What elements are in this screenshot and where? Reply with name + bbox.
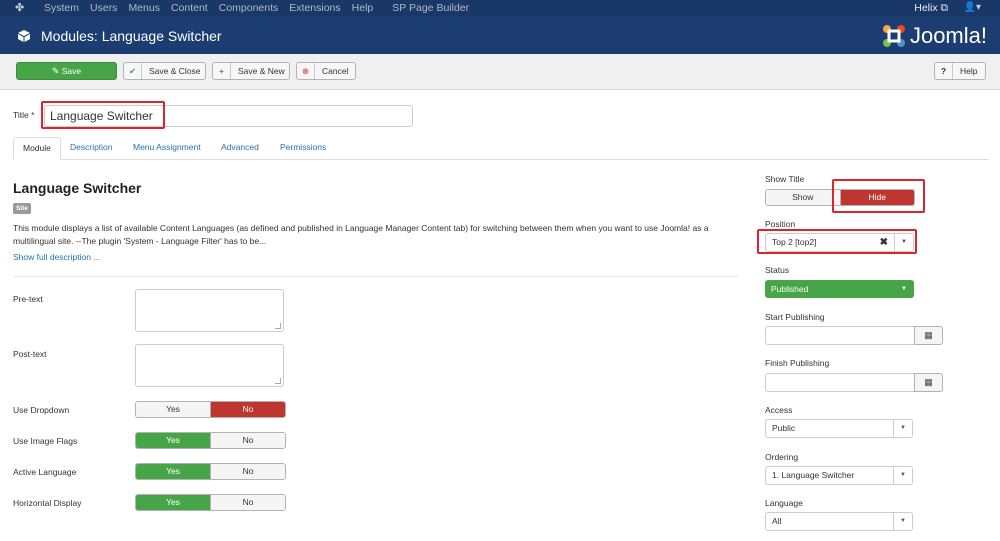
- use-image-flags-label: Use Image Flags: [13, 436, 78, 446]
- help-label: Help: [960, 66, 978, 76]
- status-value: Published: [771, 284, 809, 294]
- horizontal-display-label: Horizontal Display: [13, 498, 82, 508]
- status-select[interactable]: Published ▼: [765, 280, 914, 298]
- pretext-textarea[interactable]: [135, 289, 284, 332]
- menu-extensions[interactable]: Extensions: [289, 2, 340, 15]
- active-language-toggle: Yes No: [135, 463, 286, 480]
- user-menu-icon[interactable]: 👤▾: [964, 2, 981, 13]
- posttext-textarea[interactable]: [135, 344, 284, 387]
- position-label: Position: [765, 219, 796, 229]
- finish-publishing-date: ▦: [765, 373, 943, 392]
- joomla-logo-icon: [882, 25, 905, 47]
- chevron-down-icon: ▼: [893, 420, 912, 437]
- status-label: Status: [765, 265, 790, 275]
- site-badge: Site: [13, 203, 31, 214]
- calendar-icon[interactable]: ▦: [914, 373, 943, 392]
- pretext-label: Pre-text: [13, 294, 43, 304]
- brand-text: Joomla!: [909, 23, 987, 48]
- top-menu-bar: ✤ System Users Menus Content Components …: [0, 0, 1000, 17]
- use-dropdown-no[interactable]: No: [210, 402, 285, 417]
- menu-content[interactable]: Content: [171, 2, 208, 15]
- joomla-logo: Joomla!: [881, 23, 987, 49]
- save-close-button[interactable]: ✔ Save & Close: [123, 62, 206, 80]
- posttext-label: Post-text: [13, 349, 47, 359]
- cancel-button[interactable]: ⊗ Cancel: [296, 62, 356, 80]
- save-close-label: Save & Close: [149, 66, 201, 76]
- finish-publishing-label: Finish Publishing: [765, 358, 830, 368]
- ordering-label: Ordering: [765, 452, 799, 462]
- help-button[interactable]: ? Help: [934, 62, 986, 80]
- access-value: Public: [772, 423, 796, 433]
- use-image-flags-toggle: Yes No: [135, 432, 286, 449]
- menu-help[interactable]: Help: [352, 2, 374, 15]
- use-dropdown-yes[interactable]: Yes: [136, 402, 210, 417]
- active-language-yes[interactable]: Yes: [136, 464, 210, 479]
- chevron-down-icon: ▼: [893, 513, 912, 530]
- page-title: Modules: Language Switcher: [41, 28, 222, 44]
- chevron-down-icon: ▼: [893, 467, 912, 484]
- language-value: All: [772, 516, 782, 526]
- start-publishing-input[interactable]: [765, 326, 914, 345]
- site-name: Helix: [914, 2, 938, 14]
- ordering-select[interactable]: 1. Language Switcher ▼: [765, 466, 913, 485]
- ordering-value: 1. Language Switcher: [772, 470, 855, 480]
- menu-components[interactable]: Components: [219, 2, 279, 15]
- menu-menus[interactable]: Menus: [128, 2, 160, 15]
- show-title-label: Show Title: [765, 174, 805, 184]
- language-select[interactable]: All ▼: [765, 512, 913, 531]
- tab-menu-assignment[interactable]: Menu Assignment: [133, 137, 201, 160]
- title-highlight: [41, 101, 165, 129]
- tab-permissions[interactable]: Permissions: [280, 137, 326, 160]
- use-image-flags-yes[interactable]: Yes: [136, 433, 210, 448]
- page-header: Modules: Language Switcher Joomla!: [0, 17, 1000, 54]
- cancel-label: Cancel: [322, 66, 349, 76]
- save-new-label: Save & New: [238, 66, 285, 76]
- horizontal-display-toggle: Yes No: [135, 494, 286, 511]
- horizontal-display-yes[interactable]: Yes: [136, 495, 210, 510]
- top-menu: System Users Menus Content Components Ex…: [44, 2, 480, 15]
- save-new-button[interactable]: + Save & New: [212, 62, 290, 80]
- position-highlight: [757, 229, 917, 254]
- edit-icon: ✎: [51, 66, 60, 76]
- save-button[interactable]: ✎ Save: [16, 62, 117, 80]
- cube-icon: [18, 30, 30, 42]
- menu-system[interactable]: System: [44, 2, 79, 15]
- toolbar: ✎ Save ✔ Save & Close + Save & New ⊗ Cancel…: [0, 54, 1000, 90]
- use-dropdown-toggle: Yes No: [135, 401, 286, 418]
- access-label: Access: [765, 405, 793, 415]
- start-publishing-label: Start Publishing: [765, 312, 825, 322]
- title-label: Title *: [13, 110, 35, 120]
- show-title-show[interactable]: Show: [766, 190, 840, 205]
- tab-advanced[interactable]: Advanced: [221, 137, 259, 160]
- cancel-icon: ⊗: [297, 63, 315, 79]
- show-full-description-link[interactable]: Show full description ...: [13, 252, 100, 262]
- horizontal-display-no[interactable]: No: [210, 495, 285, 510]
- external-link-icon: ⧉: [940, 2, 949, 14]
- module-description: This module displays a list of available…: [13, 223, 709, 246]
- hide-highlight: [832, 179, 925, 213]
- finish-publishing-input[interactable]: [765, 373, 914, 392]
- save-label: Save: [61, 66, 82, 76]
- divider: [13, 276, 739, 277]
- access-select[interactable]: Public ▼: [765, 419, 913, 438]
- plus-icon: +: [213, 63, 231, 79]
- chevron-down-icon: ▼: [901, 286, 907, 292]
- check-icon: ✔: [124, 63, 142, 79]
- menu-sp-page-builder[interactable]: SP Page Builder: [392, 2, 469, 15]
- language-label: Language: [765, 498, 803, 508]
- menu-users[interactable]: Users: [90, 2, 117, 15]
- tab-module[interactable]: Module: [13, 137, 61, 160]
- active-language-no[interactable]: No: [210, 464, 285, 479]
- start-publishing-date: ▦: [765, 326, 943, 345]
- use-image-flags-no[interactable]: No: [210, 433, 285, 448]
- site-link[interactable]: Helix ⧉: [914, 2, 948, 15]
- tabs: Module Description Menu Assignment Advan…: [13, 137, 989, 160]
- question-icon: ?: [935, 63, 953, 79]
- active-language-label: Active Language: [13, 467, 77, 477]
- calendar-icon[interactable]: ▦: [914, 326, 943, 345]
- module-name: Language Switcher: [13, 180, 142, 196]
- joomla-menu-icon[interactable]: ✤: [15, 2, 27, 14]
- tab-description[interactable]: Description: [70, 137, 113, 160]
- use-dropdown-label: Use Dropdown: [13, 405, 70, 415]
